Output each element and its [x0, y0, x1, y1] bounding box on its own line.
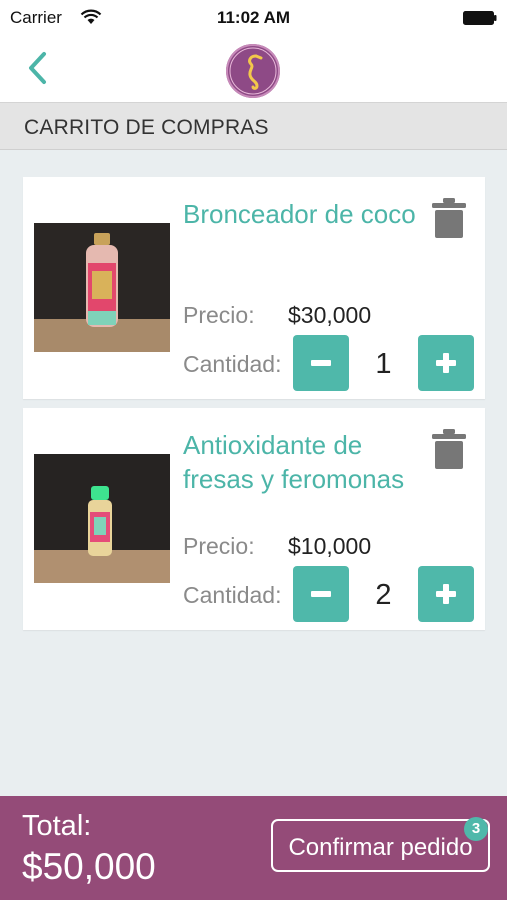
trash-icon[interactable] — [431, 197, 467, 239]
status-bar: Carrier 11:02 AM — [0, 0, 507, 36]
quantity-label: Cantidad: — [183, 351, 282, 377]
quantity-value: 2 — [375, 579, 392, 611]
plus-icon-vertical — [443, 353, 449, 373]
seahorse-logo — [226, 44, 280, 98]
checkout-footer: Total: $50,000 Confirmar pedido — [0, 796, 507, 900]
product-image — [34, 223, 170, 352]
trash-icon[interactable] — [431, 428, 467, 470]
cart-item: Bronceador de coco Precio: $30,000 Canti… — [23, 177, 485, 399]
battery-icon — [463, 11, 497, 25]
cart-count-badge: 3 — [464, 817, 488, 841]
decrease-quantity-button[interactable] — [293, 335, 349, 391]
price-label: Precio: — [183, 302, 255, 328]
total-amount: $50,000 — [22, 846, 156, 887]
page-title: CARRITO DE COMPRAS — [24, 116, 269, 139]
product-name[interactable]: Antioxidante de fresas y feromonas — [183, 428, 433, 496]
price-value: $30,000 — [288, 302, 372, 328]
cart-item: Antioxidante de fresas y feromonas Preci… — [23, 408, 485, 630]
increase-quantity-button[interactable] — [418, 335, 474, 391]
total-label: Total: — [22, 810, 92, 842]
minus-icon — [311, 360, 331, 366]
confirm-order-label: Confirmar pedido — [288, 834, 473, 861]
quantity-label: Cantidad: — [183, 582, 282, 608]
plus-icon-vertical — [443, 584, 449, 604]
back-button[interactable] — [22, 50, 56, 86]
increase-quantity-button[interactable] — [418, 566, 474, 622]
price-value: $10,000 — [288, 533, 372, 559]
price-label: Precio: — [183, 533, 255, 559]
minus-icon — [311, 591, 331, 597]
seahorse-icon — [229, 47, 277, 95]
chevron-left-icon — [29, 52, 46, 84]
confirm-order-button[interactable]: Confirmar pedido — [271, 819, 490, 872]
section-header: CARRITO DE COMPRAS — [0, 103, 507, 150]
product-name[interactable]: Bronceador de coco — [183, 197, 433, 231]
nav-bar — [0, 36, 507, 103]
quantity-value: 1 — [375, 348, 392, 380]
clock: 11:02 AM — [216, 8, 291, 27]
product-image — [34, 454, 170, 583]
decrease-quantity-button[interactable] — [293, 566, 349, 622]
